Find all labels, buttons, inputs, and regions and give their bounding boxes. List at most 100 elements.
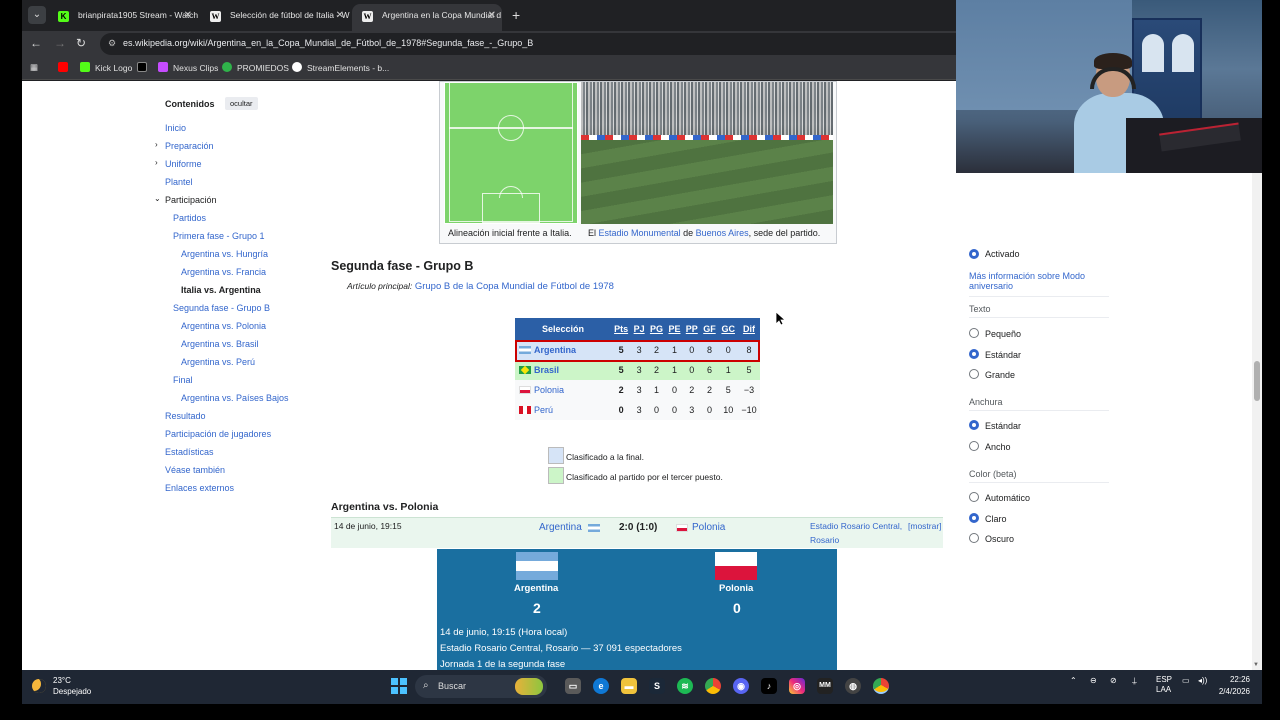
toc-item-uniforme[interactable]: Uniforme [165, 159, 202, 169]
toc-item-inicio[interactable]: Inicio [165, 123, 186, 133]
header-pts[interactable]: Pts [611, 318, 632, 340]
toc-hide-button[interactable]: ocultar [225, 97, 258, 110]
site-info-icon[interactable]: ⚙ [108, 38, 116, 49]
spotify-icon[interactable]: ≋ [677, 678, 693, 694]
away-team-link[interactable]: Polonia [692, 522, 725, 533]
task-view-icon[interactable]: ▭ [565, 678, 581, 694]
tab-search-button[interactable]: ⌄ [28, 6, 46, 24]
header-gf[interactable]: GF [700, 318, 719, 340]
toc-item-segunda-fase[interactable]: Segunda fase - Grupo B [173, 303, 270, 313]
close-icon[interactable]: ✕ [488, 10, 496, 21]
lineup-pitch-image[interactable] [444, 82, 578, 224]
link-grupo-b[interactable]: Grupo B de la Copa Mundial de Fútbol de … [415, 281, 614, 292]
toc-item-final[interactable]: Final [173, 375, 193, 385]
reload-icon[interactable]: ↻ [76, 36, 86, 50]
toc-item-plantel[interactable]: Plantel [165, 177, 193, 187]
team-link[interactable]: Brasil [534, 365, 559, 375]
close-icon[interactable]: ✕ [336, 10, 344, 21]
toc-item-arg-paises-bajos[interactable]: Argentina vs. Países Bajos [181, 393, 289, 403]
windows-start-icon[interactable] [391, 678, 407, 694]
chevron-down-icon[interactable]: ⌄ [154, 194, 161, 203]
discord-icon[interactable]: ◉ [733, 678, 749, 694]
taskbar-search[interactable]: ⌕ Buscar [415, 675, 547, 698]
radio-activado[interactable] [969, 249, 979, 259]
show-details-link[interactable]: [mostrar] [908, 521, 942, 531]
toc-item-primera-fase[interactable]: Primera fase - Grupo 1 [173, 231, 265, 241]
bookmark-kick-logo[interactable]: Kick Logo [80, 62, 132, 73]
obs-icon[interactable]: ◍ [845, 678, 861, 694]
radio-text-large[interactable] [969, 369, 979, 379]
bookmark-streamelements[interactable]: StreamElements - b... [292, 62, 389, 73]
tray-mute-icon[interactable]: ⊘ [1110, 676, 1117, 685]
header-pe[interactable]: PE [665, 318, 684, 340]
tray-mic-icon[interactable]: ⍊ [1132, 676, 1137, 686]
toc-item-participacion-jugadores[interactable]: Participación de jugadores [165, 429, 271, 439]
city-link[interactable]: Rosario [810, 535, 839, 545]
bookmark-nexus-clips[interactable]: Nexus Clips [158, 62, 218, 73]
toc-item-vease-tambien[interactable]: Véase también [165, 465, 225, 475]
toc-item-italia-arg[interactable]: Italia vs. Argentina [181, 285, 261, 295]
radio-color-dark[interactable] [969, 533, 979, 543]
chevron-right-icon[interactable]: › [155, 158, 158, 167]
volume-icon[interactable]: ◂)) [1198, 676, 1207, 685]
radio-color-auto[interactable] [969, 492, 979, 502]
radio-width-standard[interactable] [969, 420, 979, 430]
tab-italia-wiki[interactable]: W Selección de fútbol de Italia - W ✕ [200, 4, 350, 31]
toc-item-resultado[interactable]: Resultado [165, 411, 206, 421]
toc-item-arg-francia[interactable]: Argentina vs. Francia [181, 267, 266, 277]
toc-item-participacion[interactable]: Participación [165, 195, 217, 205]
steam-icon[interactable]: S [649, 678, 665, 694]
toc-item-preparacion[interactable]: Preparación [165, 141, 214, 151]
toc-item-estadisticas[interactable]: Estadísticas [165, 447, 214, 457]
apps-grid-icon[interactable]: ▦ [30, 62, 38, 73]
header-pj[interactable]: PJ [631, 318, 648, 340]
network-icon[interactable]: ▭ [1182, 676, 1190, 685]
toc-item-partidos[interactable]: Partidos [173, 213, 206, 223]
chevron-right-icon[interactable]: › [155, 140, 158, 149]
chrome-active-icon[interactable] [873, 678, 889, 694]
bookmark-promiedos[interactable]: PROMIEDOS [222, 62, 289, 73]
language-indicator[interactable]: ESP LAA [1156, 675, 1172, 695]
stadium-photo[interactable] [581, 82, 833, 224]
radio-text-standard[interactable] [969, 349, 979, 359]
radio-text-small[interactable] [969, 328, 979, 338]
header-pp[interactable]: PP [683, 318, 701, 340]
home-team-link[interactable]: Argentina [539, 522, 582, 533]
header-dif[interactable]: Dif [737, 318, 760, 340]
team-cell[interactable]: Brasil [515, 360, 611, 380]
link-estadio-monumental[interactable]: Estadio Monumental [599, 228, 681, 238]
edge-icon[interactable]: e [593, 678, 609, 694]
team-cell[interactable]: Polonia [515, 380, 611, 400]
team-link[interactable]: Polonia [534, 385, 564, 395]
scroll-down-icon[interactable]: ▼ [1253, 662, 1259, 668]
more-info-link[interactable]: Más información sobre Modo aniversario [969, 271, 1099, 291]
header-gc[interactable]: GC [718, 318, 738, 340]
toc-item-arg-brasil[interactable]: Argentina vs. Brasil [181, 339, 259, 349]
toc-item-arg-polonia[interactable]: Argentina vs. Polonia [181, 321, 266, 331]
radio-color-light[interactable] [969, 513, 979, 523]
tiktok-icon[interactable]: ♪ [761, 678, 777, 694]
tray-sync-icon[interactable]: ⊖ [1090, 676, 1097, 685]
close-icon[interactable]: ✕ [184, 10, 192, 21]
chrome-icon[interactable] [705, 678, 721, 694]
file-explorer-icon[interactable]: ▬ [621, 678, 637, 694]
tray-chevron-up-icon[interactable]: ⌃ [1070, 676, 1077, 685]
team-cell[interactable]: Perú [515, 400, 611, 420]
mm-app-icon[interactable]: MM [817, 678, 833, 694]
radio-width-wide[interactable] [969, 441, 979, 451]
back-arrow-icon[interactable]: ← [30, 36, 42, 50]
team-link[interactable]: Perú [534, 405, 553, 415]
tab-kick-stream[interactable]: K brianpirata1905 Stream - Watch ✕ [48, 4, 198, 31]
header-pg[interactable]: PG [647, 318, 666, 340]
new-tab-button[interactable]: + [512, 7, 520, 23]
venue-link[interactable]: Estadio Rosario Central, [810, 521, 902, 531]
toc-item-arg-peru[interactable]: Argentina vs. Perú [181, 357, 255, 367]
instagram-icon[interactable]: ◎ [789, 678, 805, 694]
weather-widget[interactable]: 23°C Despejado [32, 675, 91, 697]
scrollbar-thumb[interactable] [1254, 361, 1260, 401]
clock[interactable]: 22:26 2/4/2026 [1219, 674, 1250, 698]
toc-item-arg-hungria[interactable]: Argentina vs. Hungría [181, 249, 268, 259]
forward-arrow-icon[interactable]: → [54, 36, 66, 50]
toc-item-enlaces-externos[interactable]: Enlaces externos [165, 483, 234, 493]
x-bookmark[interactable] [137, 62, 152, 73]
